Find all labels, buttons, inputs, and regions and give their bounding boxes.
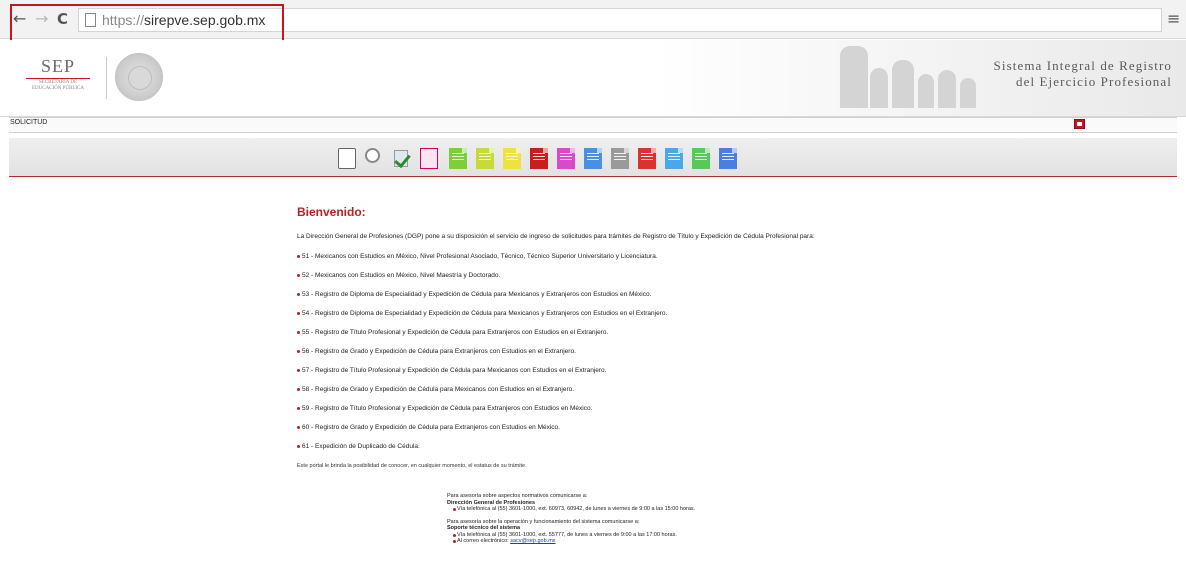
page-title: Bienvenido: xyxy=(297,205,366,219)
list-item-text: 58 - Registro de Grado y Expedición de C… xyxy=(302,386,575,393)
solicitud-bar: SOLICITUD xyxy=(9,117,1177,133)
green-document-icon[interactable] xyxy=(692,148,710,169)
blue-document-icon[interactable] xyxy=(584,148,602,169)
list-item: 59 - Registro de Título Profesional y Ex… xyxy=(297,404,1177,423)
bullet-icon xyxy=(297,350,300,353)
list-item: 51 - Mexicanos con Estudios en México, N… xyxy=(297,252,1177,271)
system-title-line-1: Sistema Integral de Registro xyxy=(993,58,1172,73)
list-item-text: 57 - Registro de Título Profesional y Ex… xyxy=(302,367,607,374)
list-item-text: 59 - Registro de Título Profesional y Ex… xyxy=(302,405,593,412)
list-item-text: 51 - Mexicanos con Estudios en México, N… xyxy=(302,253,658,260)
portal-note: Este portal le brinda la posibilidad de … xyxy=(297,463,527,469)
emblem-center xyxy=(128,66,152,90)
list-item-text: 52 - Mexicanos con Estudios en México, N… xyxy=(302,272,501,279)
list-item-text: 54 - Registro de Diploma de Especialidad… xyxy=(302,310,668,317)
check-document-icon[interactable] xyxy=(392,148,410,169)
action-toolbar xyxy=(9,138,1177,177)
list-item: 54 - Registro de Diploma de Especialidad… xyxy=(297,309,1177,328)
bullet-icon xyxy=(297,255,300,258)
logo-divider xyxy=(106,57,107,99)
bullet-icon xyxy=(297,388,300,391)
list-item-text: 56 - Registro de Grado y Expedición de C… xyxy=(302,348,576,355)
list-item-text: 61 - Expedición de Duplicado de Cédula. xyxy=(302,443,420,450)
blue-document-icon[interactable] xyxy=(665,148,683,169)
yellow-green-document-icon[interactable] xyxy=(476,148,494,169)
contact-info: Para asesoría sobre aspectos normativos … xyxy=(447,493,807,545)
list-item: 56 - Registro de Grado y Expedición de C… xyxy=(297,347,1177,366)
system-title: Sistema Integral de Registro del Ejercic… xyxy=(994,58,1172,90)
list-item: 57 - Registro de Título Profesional y Ex… xyxy=(297,366,1177,385)
browser-menu-icon[interactable]: ≡ xyxy=(1167,9,1180,28)
pdf-icon[interactable] xyxy=(420,148,438,169)
list-item: 55 - Registro de Título Profesional y Ex… xyxy=(297,328,1177,347)
bullet-icon xyxy=(297,312,300,315)
bullet-icon xyxy=(297,331,300,334)
national-emblem-icon xyxy=(115,53,163,101)
list-item: 61 - Expedición de Duplicado de Cédula. xyxy=(297,442,1177,461)
support-email-label: Al correo electrónico: xyxy=(457,538,509,544)
bullet-icon xyxy=(297,369,300,372)
sep-logo-subtitle-2: EDUCACIÓN PÚBLICA xyxy=(31,86,85,91)
normative-phone: Vía telefónica al (55) 3601-1000, ext. 6… xyxy=(447,506,807,513)
bullet-icon xyxy=(297,445,300,448)
green-document-icon[interactable] xyxy=(449,148,467,169)
bullet-icon xyxy=(297,407,300,410)
red-document-icon[interactable] xyxy=(530,148,548,169)
solicitud-menu-link[interactable]: SOLICITUD xyxy=(10,119,47,126)
list-item-text: 55 - Registro de Título Profesional y Ex… xyxy=(302,329,609,336)
bullet-icon xyxy=(297,426,300,429)
site-header: SEP SECRETARÍA DE EDUCACIÓN PÚBLICA Sist… xyxy=(0,40,1186,117)
support-email-link[interactable]: sacv@sep.gob.mx xyxy=(510,538,555,544)
search-icon[interactable] xyxy=(365,148,380,163)
magenta-document-icon[interactable] xyxy=(557,148,575,169)
system-title-line-2: del Ejercicio Profesional xyxy=(1015,74,1172,89)
people-silhouette-image xyxy=(840,44,980,108)
bullet-icon xyxy=(297,274,300,277)
bullet-icon xyxy=(297,293,300,296)
intro-text: La Dirección General de Profesiones (DGP… xyxy=(297,233,815,240)
sep-logo-text: SEP xyxy=(40,56,76,76)
service-list: 51 - Mexicanos con Estudios en México, N… xyxy=(297,252,1177,461)
sign-document-icon[interactable] xyxy=(338,148,356,169)
red-document-icon[interactable] xyxy=(638,148,656,169)
sep-logo[interactable]: SEP SECRETARÍA DE EDUCACIÓN PÚBLICA xyxy=(18,56,98,92)
list-item: 60 - Registro de Grado y Expedición de C… xyxy=(297,423,1177,442)
list-item-text: 53 - Registro de Diploma de Especialidad… xyxy=(302,291,652,298)
list-item: 58 - Registro de Grado y Expedición de C… xyxy=(297,385,1177,404)
blue-document-icon[interactable] xyxy=(719,148,737,169)
list-item: 52 - Mexicanos con Estudios en México, N… xyxy=(297,271,1177,290)
gray-document-icon[interactable] xyxy=(611,148,629,169)
home-icon[interactable] xyxy=(1074,119,1085,129)
list-item-text: 60 - Registro de Grado y Expedición de C… xyxy=(302,424,560,431)
list-item: 53 - Registro de Diploma de Especialidad… xyxy=(297,290,1177,309)
yellow-document-icon[interactable] xyxy=(503,148,521,169)
sep-logo-line xyxy=(26,78,90,79)
main-content: Bienvenido: La Dirección General de Prof… xyxy=(297,205,1177,469)
support-email-row: Al correo electrónico: sacv@sep.gob.mx xyxy=(447,538,807,545)
